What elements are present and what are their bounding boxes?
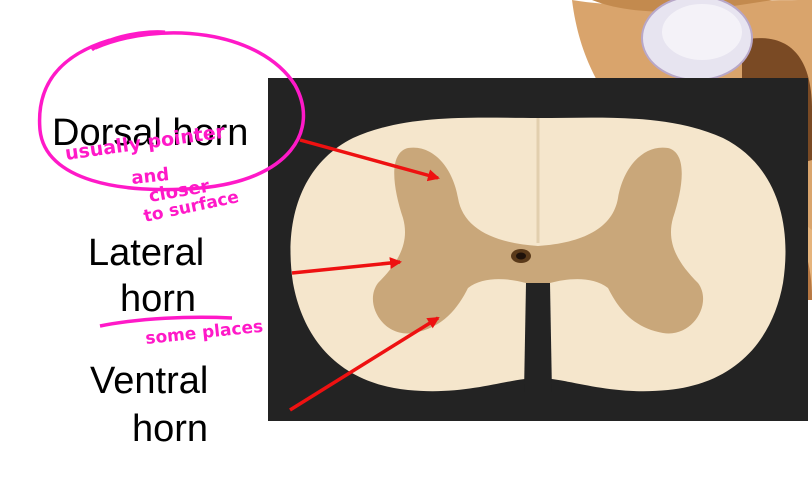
dorsal-horn-arrow	[299, 138, 440, 182]
handwritten-note-1: usually pointer	[64, 121, 227, 165]
annotation-layer: usually pointer and closer to surface so…	[37, 30, 440, 412]
handwritten-note-5: some places	[144, 317, 264, 349]
lateral-horn-arrow	[291, 257, 402, 275]
ventral-horn-arrow	[289, 316, 440, 412]
handwritten-circle	[37, 31, 306, 192]
